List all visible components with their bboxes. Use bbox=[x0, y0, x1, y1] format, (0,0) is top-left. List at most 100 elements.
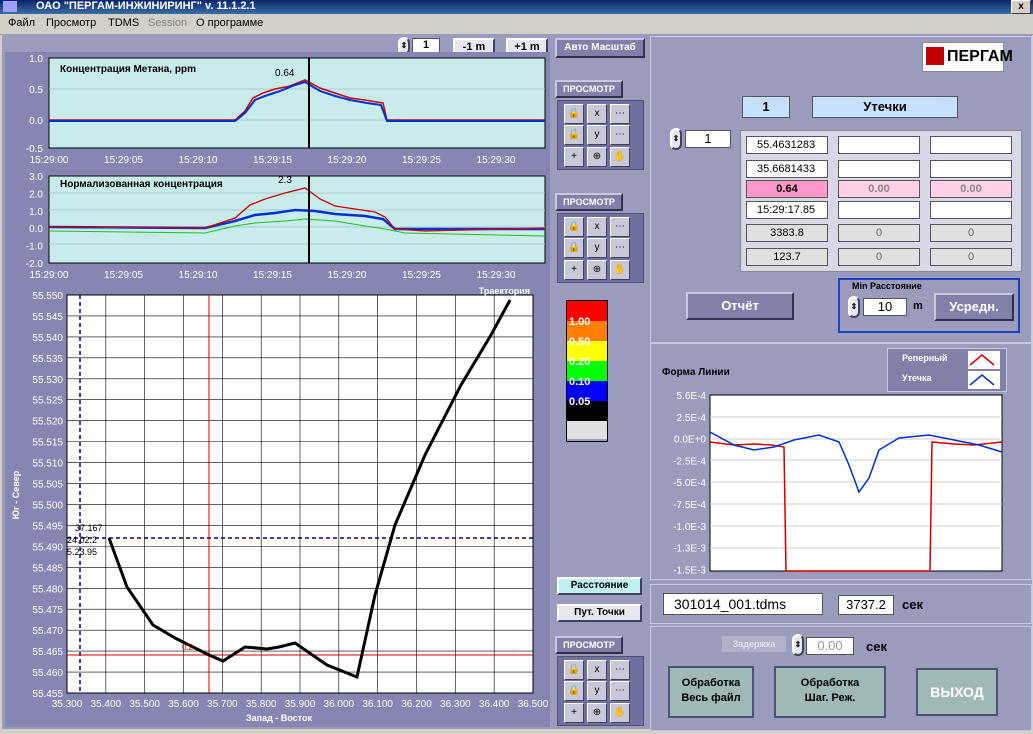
report-button[interactable]: Отчёт bbox=[686, 292, 794, 320]
delay-field[interactable]: 0.00 bbox=[806, 637, 854, 655]
lock-icon[interactable]: 🔒 bbox=[564, 217, 584, 237]
process-step-line2: Шаг. Реж. bbox=[804, 692, 856, 704]
y-scale-icon[interactable]: y bbox=[587, 125, 607, 145]
menu-file[interactable]: Файл bbox=[8, 17, 35, 29]
chart1-y-tick: 0.5 bbox=[29, 85, 43, 96]
min-distance-label: Min Расстояние bbox=[852, 281, 922, 291]
trajectory-x-tick: 36.400 bbox=[479, 699, 510, 710]
crosshair-icon[interactable]: + bbox=[564, 147, 584, 167]
trajectory-x-tick: 36.000 bbox=[324, 699, 355, 710]
file-seconds: 3737.2 bbox=[838, 595, 894, 615]
line-shape-y-tick: 5.6E-4 bbox=[677, 391, 707, 402]
pan-hand-icon[interactable]: ✋ bbox=[610, 260, 630, 280]
average-button[interactable]: Усредн. bbox=[934, 293, 1014, 321]
trajectory-x-tick: 35.400 bbox=[91, 699, 122, 710]
chart1-x-tick: 15:29:20 bbox=[328, 155, 367, 166]
lock-icon[interactable]: 🔒 bbox=[564, 125, 584, 145]
zoom-icon[interactable]: ⊕ bbox=[587, 147, 607, 167]
menu-view[interactable]: Просмотр bbox=[46, 17, 96, 29]
trajectory-y-tick: 55.495 bbox=[32, 521, 63, 532]
x-scale-icon[interactable]: x bbox=[587, 104, 607, 124]
trajectory-y-tick: 55.545 bbox=[32, 312, 63, 323]
delay-spinner[interactable]: ⇕ bbox=[792, 634, 804, 656]
leak-spinner[interactable]: ⇕ bbox=[670, 128, 682, 150]
trajectory-y-tick: 55.540 bbox=[32, 333, 63, 344]
chart1-y-tick: 1.0 bbox=[29, 54, 43, 65]
chart1-x-tick: 15:29:15 bbox=[253, 155, 292, 166]
trajectory-y-tick: 55.520 bbox=[32, 417, 63, 428]
distance-button[interactable]: Расстояние bbox=[557, 577, 642, 595]
chart1-x-tick: 15:29:25 bbox=[402, 155, 441, 166]
lock-icon[interactable]: 🔒 bbox=[564, 660, 584, 680]
x-format-icon[interactable]: ⋯ bbox=[610, 104, 630, 124]
y-format-icon[interactable]: ⋯ bbox=[610, 681, 630, 701]
file-name: 301014_001.tdms bbox=[663, 593, 823, 615]
line-shape-y-tick: -2.5E-4 bbox=[673, 456, 706, 467]
view-label-2[interactable]: ПРОСМОТР bbox=[555, 193, 623, 211]
line-shape-y-tick: 0.0E+0 bbox=[674, 435, 706, 446]
trajectory-xlabel: Запад - Восток bbox=[246, 713, 312, 723]
menu-bar: Файл Просмотр TDMS Session О программе bbox=[0, 14, 1033, 35]
process-all-button[interactable]: Обработка Весь файл bbox=[668, 666, 754, 718]
trajectory-x-tick: 36.100 bbox=[362, 699, 393, 710]
table-col2-row4 bbox=[838, 201, 920, 219]
line-shape-y-tick: -1.5E-3 bbox=[673, 565, 706, 575]
trajectory-y-tick: 55.525 bbox=[32, 396, 63, 407]
y-scale-icon[interactable]: y bbox=[587, 238, 607, 258]
x-format-icon[interactable]: ⋯ bbox=[610, 660, 630, 680]
chart2-x-tick: 15:29:10 bbox=[179, 270, 218, 281]
delay-button[interactable]: Задержка bbox=[722, 636, 786, 652]
zoom-icon[interactable]: ⊕ bbox=[587, 703, 607, 723]
trajectory-x-tick: 35.300 bbox=[52, 699, 83, 710]
table-col3-row1 bbox=[930, 136, 1012, 154]
close-button[interactable]: x bbox=[1011, 0, 1031, 14]
trajectory-x-tick: 35.500 bbox=[129, 699, 160, 710]
crosshair-icon[interactable]: + bbox=[564, 260, 584, 280]
lock-icon[interactable]: 🔒 bbox=[564, 681, 584, 701]
y-format-icon[interactable]: ⋯ bbox=[610, 125, 630, 145]
x-scale-icon[interactable]: x bbox=[587, 217, 607, 237]
exit-button[interactable]: ВЫХОД bbox=[916, 668, 998, 716]
lock-icon[interactable]: 🔒 bbox=[564, 104, 584, 124]
leak-selector[interactable]: 1 bbox=[685, 130, 731, 148]
app-icon bbox=[3, 1, 17, 12]
min-distance-field[interactable]: 10 bbox=[863, 298, 907, 316]
path-points-button[interactable]: Пут. Точки bbox=[557, 604, 642, 622]
title-bar: ОАО "ПЕРГАМ-ИНЖИНИРИНГ" v. 11.1.2.1 x bbox=[0, 0, 1033, 14]
trajectory-x-tick: 36.200 bbox=[401, 699, 432, 710]
chart2-cursor-value: 2.3 bbox=[278, 175, 292, 186]
table-col1-row4: 15:29:17.85 bbox=[746, 201, 828, 219]
chart-normalized: 3.0 2.0 1.0 0.0 -1.0 -2.015:29:00 15:29:05 15:2… bbox=[26, 172, 546, 281]
y-scale-icon[interactable]: y bbox=[587, 681, 607, 701]
x-scale-icon[interactable]: x bbox=[587, 660, 607, 680]
crosshair-icon[interactable]: + bbox=[564, 703, 584, 723]
window-title: ОАО "ПЕРГАМ-ИНЖИНИРИНГ" v. 11.1.2.1 bbox=[36, 0, 256, 12]
line-shape-y-tick: -7.5E-4 bbox=[673, 500, 706, 511]
trajectory-y-tick: 55.490 bbox=[32, 542, 63, 553]
x-format-icon[interactable]: ⋯ bbox=[610, 217, 630, 237]
trajectory-cursor-label-3: 5.23.95 bbox=[67, 547, 97, 557]
auto-scale-button[interactable]: Авто Масштаб bbox=[555, 38, 645, 58]
menu-session[interactable]: Session bbox=[148, 17, 187, 29]
min-distance-spinner[interactable]: ⇕ bbox=[848, 296, 860, 318]
view-label-3[interactable]: ПРОСМОТР bbox=[555, 636, 623, 654]
menu-about[interactable]: О программе bbox=[196, 17, 263, 29]
leak-label: Утечки bbox=[812, 96, 958, 118]
view-label-1[interactable]: ПРОСМОТР bbox=[555, 80, 623, 98]
trajectory-cursor-label-1: 37.167 bbox=[75, 523, 103, 533]
pan-hand-icon[interactable]: ✋ bbox=[610, 703, 630, 723]
table-col1-row5: 3383.8 bbox=[746, 224, 828, 242]
table-col2-row6: 0 bbox=[838, 248, 920, 266]
trajectory-y-tick: 55.480 bbox=[32, 584, 63, 595]
chart2-x-tick: 15:29:05 bbox=[104, 270, 143, 281]
lock-icon[interactable]: 🔒 bbox=[564, 238, 584, 258]
scale-label-4: 0.10 bbox=[569, 376, 591, 388]
pan-hand-icon[interactable]: ✋ bbox=[610, 147, 630, 167]
process-step-button[interactable]: Обработка Шаг. Реж. bbox=[774, 666, 886, 718]
menu-tdms[interactable]: TDMS bbox=[108, 17, 139, 29]
y-format-icon[interactable]: ⋯ bbox=[610, 238, 630, 258]
trajectory-y-tick: 55.510 bbox=[32, 459, 63, 470]
zoom-icon[interactable]: ⊕ bbox=[587, 260, 607, 280]
min-distance-unit: m bbox=[913, 300, 923, 312]
table-col1-row1: 55.4631283 bbox=[746, 136, 828, 154]
